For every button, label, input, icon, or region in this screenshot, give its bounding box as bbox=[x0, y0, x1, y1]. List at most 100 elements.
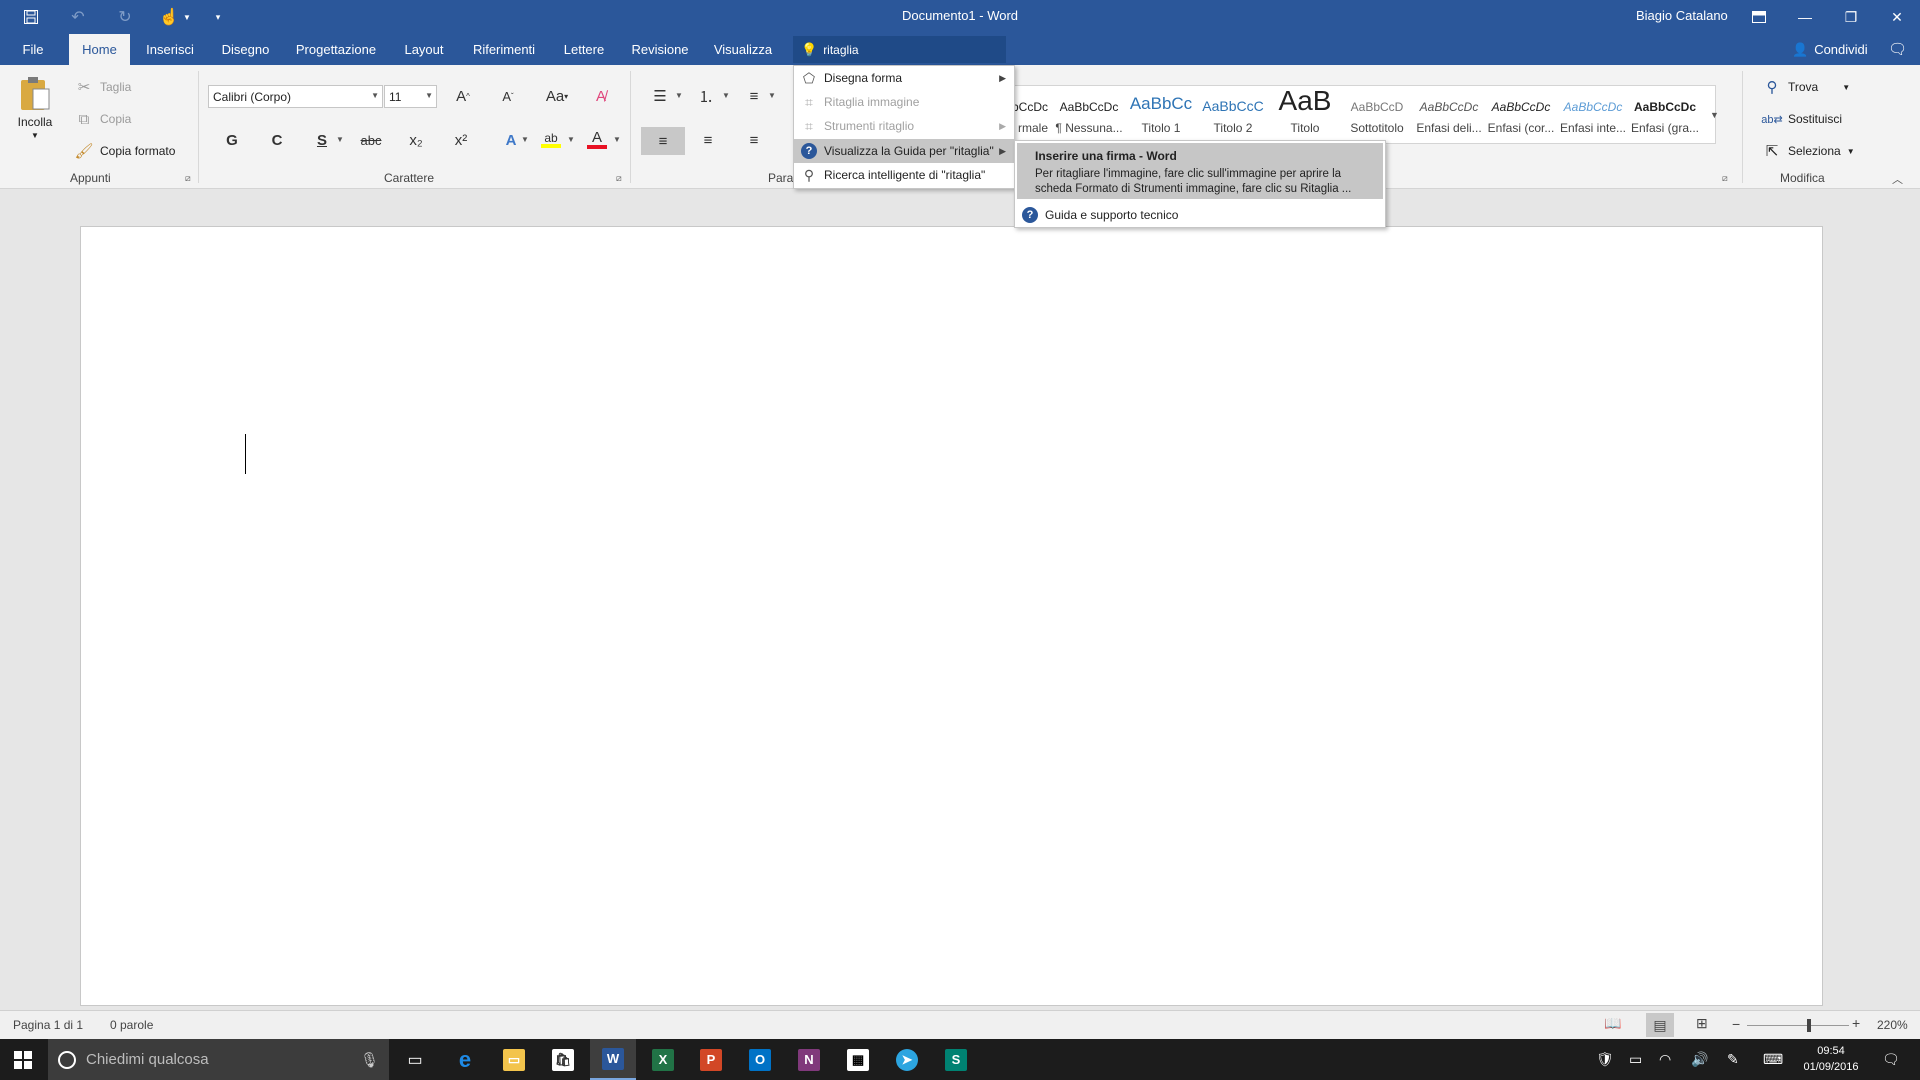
collapse-ribbon-icon[interactable]: ︿ bbox=[1892, 171, 1903, 187]
page-count[interactable]: Pagina 1 di 1 bbox=[13, 1018, 83, 1032]
keyboard-icon[interactable]: ⌨ bbox=[1763, 1051, 1783, 1068]
style-heading-2[interactable]: AaBbCcC Titolo 2 bbox=[1198, 88, 1268, 148]
paste-button[interactable]: Incolla ▼ bbox=[12, 75, 58, 140]
align-center-button[interactable]: ≡ bbox=[694, 128, 722, 152]
select-button[interactable]: ⇱ Seleziona ▼ bbox=[1762, 141, 1855, 161]
style-subtle-emphasis[interactable]: AaBbCcDc Enfasi deli... bbox=[1414, 88, 1484, 148]
help-support-item[interactable]: ? Guida e supporto tecnico bbox=[1015, 203, 1385, 227]
defender-icon[interactable]: 🛡 bbox=[1596, 1051, 1614, 1068]
chevron-down-icon[interactable]: ▼ bbox=[567, 135, 575, 144]
styles-more-icon[interactable]: ▼ bbox=[1703, 85, 1726, 144]
word-taskbar-icon[interactable]: W bbox=[590, 1039, 636, 1080]
powerpoint-icon[interactable]: P bbox=[688, 1039, 734, 1080]
user-name[interactable]: Biagio Catalano bbox=[1636, 8, 1728, 23]
dialog-launcher-icon[interactable]: ⧄ bbox=[616, 173, 622, 184]
tab-home[interactable]: Home bbox=[69, 34, 130, 65]
style-title[interactable]: AaB Titolo bbox=[1270, 88, 1340, 148]
outlook-icon[interactable]: O bbox=[737, 1039, 783, 1080]
shrink-font-icon[interactable]: Aˇ bbox=[494, 84, 522, 108]
chevron-down-icon[interactable]: ▼ bbox=[768, 91, 776, 100]
style-heading-1[interactable]: AaBbCc Titolo 1 bbox=[1126, 88, 1196, 148]
chevron-down-icon[interactable]: ▼ bbox=[336, 135, 344, 144]
tab-review[interactable]: Revisione bbox=[626, 34, 694, 65]
cut-button[interactable]: ✂ Taglia bbox=[74, 77, 132, 97]
tell-me-input[interactable]: ritaglia bbox=[823, 43, 858, 57]
font-name-combo[interactable]: Calibri (Corpo) ▼ bbox=[208, 85, 383, 108]
chevron-down-icon[interactable]: ▼ bbox=[613, 135, 621, 144]
windows-app-icon[interactable]: ▦ bbox=[835, 1039, 881, 1080]
tell-me-search[interactable]: 💡 ritaglia bbox=[793, 36, 1006, 63]
store-icon[interactable]: 🛍 bbox=[540, 1039, 586, 1080]
zoom-out-button[interactable]: − bbox=[1732, 1016, 1740, 1032]
minimize-icon[interactable]: — bbox=[1782, 0, 1828, 34]
volume-icon[interactable]: 🔊 bbox=[1691, 1051, 1708, 1068]
dialog-launcher-icon[interactable]: ⧄ bbox=[1722, 173, 1728, 184]
read-mode-icon[interactable]: 📖 bbox=[1604, 1015, 1621, 1032]
pen-icon[interactable]: ✎ bbox=[1727, 1051, 1739, 1068]
zoom-in-button[interactable]: + bbox=[1852, 1015, 1860, 1031]
numbering-icon[interactable]: ⒈ bbox=[692, 84, 720, 108]
bold-button[interactable]: G bbox=[218, 128, 246, 152]
zoom-slider-thumb[interactable] bbox=[1807, 1019, 1811, 1032]
windows-start-icon[interactable] bbox=[0, 1039, 46, 1080]
clear-formatting-icon[interactable]: A̸ bbox=[587, 84, 615, 108]
sway-icon[interactable]: S bbox=[933, 1039, 979, 1080]
style-intense-emphasis[interactable]: AaBbCcDc Enfasi inte... bbox=[1558, 88, 1628, 148]
menu-item-view-help[interactable]: ? Visualizza la Guida per "ritaglia" ▶ bbox=[794, 139, 1014, 163]
dialog-launcher-icon[interactable]: ⧄ bbox=[185, 173, 191, 184]
chevron-down-icon[interactable]: ▼ bbox=[521, 135, 529, 144]
comments-icon[interactable]: 🗨 bbox=[1888, 40, 1907, 58]
italic-button[interactable]: C bbox=[263, 128, 291, 152]
onenote-icon[interactable]: N bbox=[786, 1039, 832, 1080]
wifi-icon[interactable]: ◠ bbox=[1659, 1051, 1671, 1068]
tab-insert[interactable]: Inserisci bbox=[140, 34, 200, 65]
menu-item-smart-lookup[interactable]: ⚲ Ricerca intelligente di "ritaglia" bbox=[794, 163, 1014, 187]
font-color-icon[interactable]: A bbox=[583, 128, 611, 152]
tab-draw[interactable]: Disegno bbox=[213, 34, 278, 65]
tab-layout[interactable]: Layout bbox=[396, 34, 452, 65]
replace-button[interactable]: ab⇄ Sostituisci bbox=[1761, 109, 1842, 129]
grow-font-icon[interactable]: A ^ bbox=[449, 84, 477, 108]
style-no-spacing[interactable]: AaBbCcDc ¶ Nessuna... bbox=[1054, 88, 1124, 148]
task-view-icon[interactable]: ▭ bbox=[392, 1039, 438, 1080]
chevron-down-icon[interactable]: ▼ bbox=[675, 91, 683, 100]
change-case-icon[interactable]: Aa ▾ bbox=[540, 84, 574, 108]
word-count[interactable]: 0 parole bbox=[110, 1018, 153, 1032]
style-emphasis[interactable]: AaBbCcDc Enfasi (cor... bbox=[1486, 88, 1556, 148]
tab-mailings[interactable]: Lettere bbox=[556, 34, 612, 65]
telegram-icon[interactable]: ➤ bbox=[884, 1039, 930, 1080]
bullets-icon[interactable]: ☰ bbox=[646, 84, 674, 108]
highlight-color-icon[interactable]: ab bbox=[537, 128, 565, 152]
restore-icon[interactable]: ❐ bbox=[1828, 0, 1874, 34]
excel-icon[interactable]: X bbox=[640, 1039, 686, 1080]
underline-button[interactable]: S bbox=[308, 128, 336, 152]
align-right-button[interactable]: ≡ bbox=[740, 128, 768, 152]
find-button[interactable]: ⚲ Trova ▼ bbox=[1762, 77, 1851, 97]
clock[interactable]: 09:54 01/09/2016 bbox=[1800, 1043, 1862, 1075]
menu-item-crop-image[interactable]: ⌗ Ritaglia immagine bbox=[794, 90, 1014, 114]
align-left-button[interactable]: ≡ bbox=[641, 127, 685, 155]
action-center-icon[interactable]: 🗨 bbox=[1882, 1051, 1900, 1068]
microphone-icon[interactable]: 🎙 bbox=[360, 1051, 379, 1069]
web-layout-icon[interactable]: ⊞ bbox=[1696, 1015, 1708, 1032]
file-explorer-icon[interactable]: ▭ bbox=[491, 1039, 537, 1080]
tab-references[interactable]: Riferimenti bbox=[466, 34, 542, 65]
help-result-item[interactable]: Inserire una firma - Word Per ritagliare… bbox=[1017, 143, 1383, 199]
print-layout-icon[interactable]: ▤ bbox=[1646, 1013, 1674, 1037]
ribbon-display-options-icon[interactable] bbox=[1736, 0, 1782, 34]
tab-file[interactable]: File bbox=[10, 34, 56, 65]
style-strong[interactable]: AaBbCcDc Enfasi (gra... bbox=[1630, 88, 1700, 148]
multilevel-list-icon[interactable]: ≡ bbox=[740, 84, 768, 108]
subscript-button[interactable]: x₂ bbox=[402, 128, 430, 152]
menu-item-draw-shape[interactable]: ⬠ Disegna forma ▶ bbox=[794, 66, 1014, 90]
close-icon[interactable]: ✕ bbox=[1874, 0, 1920, 34]
tab-design[interactable]: Progettazione bbox=[290, 34, 382, 65]
menu-item-crop-tools[interactable]: ⌗ Strumenti ritaglio ▶ bbox=[794, 114, 1014, 138]
style-normal[interactable]: bCcDc rmale bbox=[1014, 88, 1048, 148]
format-painter-button[interactable]: 🖌 Copia formato bbox=[74, 141, 175, 161]
share-button[interactable]: 👤 Condividi bbox=[1792, 34, 1868, 65]
tab-view[interactable]: Visualizza bbox=[708, 34, 778, 65]
cortana-search[interactable]: Chiedimi qualcosa 🎙 bbox=[48, 1039, 389, 1080]
copy-button[interactable]: ⧉ Copia bbox=[74, 109, 132, 129]
edge-icon[interactable]: e bbox=[442, 1039, 488, 1080]
